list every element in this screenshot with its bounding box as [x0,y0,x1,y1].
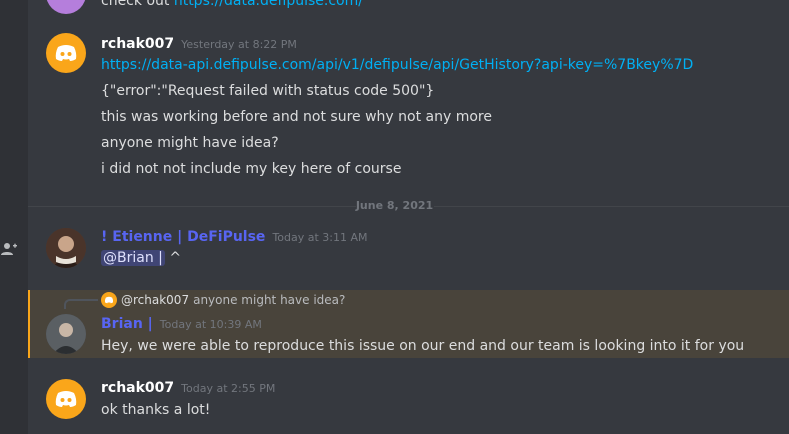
reply-username[interactable]: @rchak007 [121,293,189,307]
avatar[interactable] [46,314,86,354]
reply-reference[interactable]: @rchak007 anyone might have idea? [101,292,345,308]
discord-logo-icon [55,45,77,61]
user-mention[interactable]: @Brian | [101,250,165,266]
message-text: @Brian | ^ [101,250,182,266]
avatar[interactable] [46,0,86,14]
timestamp: Today at 10:39 AM [159,318,262,331]
message-text: ok thanks a lot! [101,402,211,418]
message-link-line: https://data-api.defipulse.com/api/v1/de… [101,57,693,73]
date-divider: June 8, 2021 [355,199,434,212]
mention-highlight-bar [28,290,30,358]
reply-text: anyone might have idea? [193,293,346,307]
timestamp: Yesterday at 8:22 PM [181,38,297,51]
portrait-avatar-icon [46,228,86,268]
username[interactable]: ! Etienne | DeFiPulse Today at 3:11 AM [101,229,368,245]
left-rail [0,0,28,434]
username[interactable]: rchak007 Today at 2:55 PM [101,380,275,396]
discord-logo-icon [55,391,77,407]
reply-spine [64,299,98,309]
avatar[interactable] [46,33,86,73]
message-link[interactable]: https://data-api.defipulse.com/api/v1/de… [101,57,693,73]
person-avatar-icon [46,314,86,354]
message-text: anyone might have idea? [101,135,279,151]
timestamp: Today at 2:55 PM [181,382,276,395]
username[interactable]: Brian | Today at 10:39 AM [101,316,262,332]
message-text: check out https://data.defipulse.com/ [101,0,363,9]
message-text: Hey, we were able to reproduce this issu… [101,338,745,354]
message-text: {"error":"Request failed with status cod… [101,83,435,99]
avatar[interactable] [46,228,86,268]
discord-logo-icon [104,296,114,304]
avatar[interactable] [46,379,86,419]
username[interactable]: rchak007 Yesterday at 8:22 PM [101,36,297,52]
reply-avatar [101,292,117,308]
timestamp: Today at 3:11 AM [272,231,368,244]
message-text: i did not not include my key here of cou… [101,161,402,177]
message-text: this was working before and not sure why… [101,109,492,125]
message-link[interactable]: https://data.defipulse.com/ [174,0,363,9]
add-friend-icon[interactable] [0,240,18,258]
